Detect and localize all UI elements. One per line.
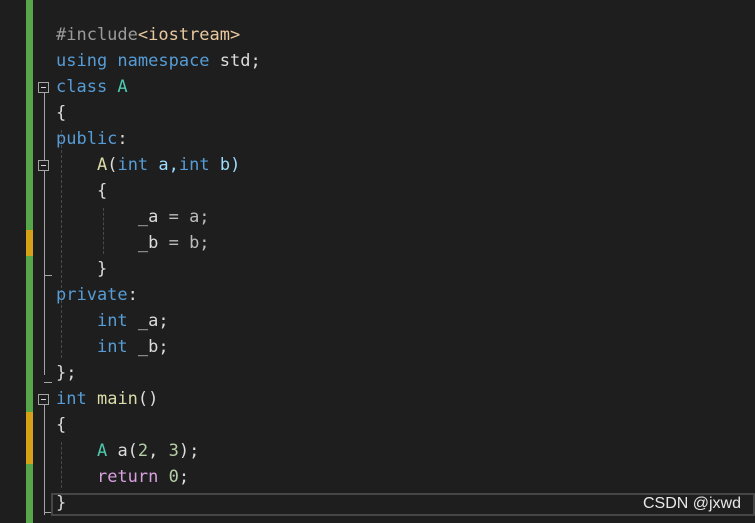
- code-token: using: [56, 51, 118, 71]
- code-line[interactable]: int _a;: [56, 308, 169, 334]
- code-token: {: [56, 415, 67, 435]
- code-token: int: [56, 389, 87, 409]
- fold-guide-line: [44, 405, 45, 515]
- code-token: {: [56, 181, 108, 201]
- code-token: };: [56, 363, 77, 383]
- code-token: 3: [168, 441, 179, 461]
- code-token: = a;: [158, 207, 210, 227]
- code-token: _b: [56, 233, 159, 253]
- code-line[interactable]: A(int a,int b): [56, 152, 240, 178]
- code-token: class: [56, 77, 118, 97]
- code-token: _a: [56, 207, 159, 227]
- code-token: int: [117, 155, 149, 175]
- code-token: namespace: [117, 51, 220, 71]
- code-line[interactable]: int main(): [56, 386, 158, 412]
- code-token: std;: [219, 51, 261, 71]
- fold-guide-line: [44, 93, 45, 375]
- code-token: a(: [107, 441, 138, 461]
- code-token: = b;: [158, 233, 210, 253]
- code-line[interactable]: }: [56, 256, 107, 282]
- code-token: {: [56, 103, 67, 123]
- code-line[interactable]: A a(2, 3);: [56, 438, 199, 464]
- collapse-icon[interactable]: [38, 394, 49, 405]
- code-token: ;: [178, 467, 190, 487]
- code-line[interactable]: using namespace std;: [56, 48, 261, 74]
- code-token: A: [96, 155, 108, 175]
- code-token: ,: [148, 441, 169, 461]
- code-token: private: [56, 285, 128, 305]
- fold-guide-end: [44, 382, 52, 383]
- code-line[interactable]: return 0;: [56, 464, 189, 490]
- code-token: int: [96, 311, 128, 331]
- code-line[interactable]: _a = a;: [56, 204, 210, 230]
- code-token: #include: [56, 25, 138, 45]
- collapse-icon[interactable]: [38, 82, 49, 93]
- code-line[interactable]: int _b;: [56, 334, 169, 360]
- code-line[interactable]: #include<iostream>: [56, 22, 240, 48]
- code-token: A: [96, 441, 108, 461]
- fold-guide-end: [44, 275, 52, 276]
- code-token: }: [56, 259, 108, 279]
- code-token: int: [96, 337, 128, 357]
- code-line[interactable]: {: [56, 100, 66, 126]
- code-token: A: [117, 77, 128, 97]
- code-token: main: [96, 389, 138, 409]
- unsaved-change-marker: [26, 230, 33, 256]
- collapse-icon[interactable]: [38, 160, 49, 171]
- unsaved-change-marker: [26, 412, 33, 464]
- code-token: b): [209, 155, 241, 175]
- watermark: CSDN @jxwd: [642, 495, 741, 512]
- code-token: (: [107, 155, 118, 175]
- code-line[interactable]: _b = b;: [56, 230, 210, 256]
- code-token: int: [178, 155, 210, 175]
- code-line[interactable]: {: [56, 412, 66, 438]
- code-token: _a;: [127, 311, 169, 331]
- saved-change-marker: [26, 464, 33, 523]
- code-line[interactable]: class A: [56, 74, 128, 100]
- code-line[interactable]: {: [56, 178, 107, 204]
- code-line[interactable]: public:: [56, 126, 128, 152]
- code-line[interactable]: private:: [56, 282, 138, 308]
- code-token: 0: [168, 467, 179, 487]
- code-token: a,: [148, 155, 179, 175]
- code-line[interactable]: };: [56, 360, 76, 386]
- code-token: return: [96, 467, 159, 487]
- code-token: );: [178, 441, 200, 461]
- saved-change-marker: [26, 256, 33, 412]
- code-token: :: [127, 285, 138, 305]
- code-token: 2: [137, 441, 149, 461]
- code-editor[interactable]: #include<iostream> using namespace std; cl…: [0, 0, 755, 523]
- code-token: public: [56, 129, 118, 149]
- code-token: (): [137, 389, 159, 409]
- code-token: _b;: [127, 337, 169, 357]
- code-token: :: [117, 129, 128, 149]
- saved-change-marker: [26, 0, 33, 230]
- code-token: <iostream>: [137, 25, 241, 45]
